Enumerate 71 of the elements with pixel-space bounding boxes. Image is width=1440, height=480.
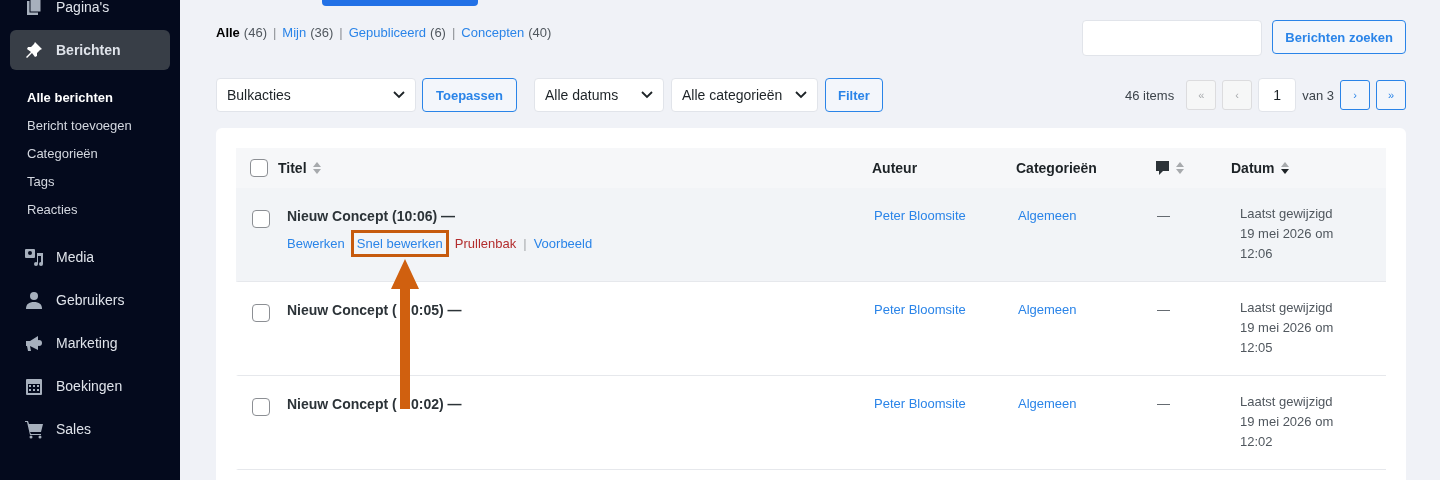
comment-count: — [1157,208,1170,223]
column-header[interactable]: Auteur [872,160,918,176]
apply-button[interactable]: Toepassen [422,78,517,112]
menu-item[interactable]: Berichten [10,30,170,70]
menu-item[interactable]: Marketing [10,323,170,363]
post-title[interactable]: Nieuw Concept ( [287,302,399,318]
comment-count: — [1157,396,1170,411]
author-link[interactable]: Peter Bloomsite [874,396,966,411]
calendar-icon [24,376,44,396]
date-text: Laatst gewijzigd 19 mei 2026 om 12:06 [1240,205,1335,263]
post-title[interactable]: Nieuw Concept ( [287,396,399,412]
submenu-item[interactable]: Tags [27,167,170,195]
post-title[interactable]: Nieuw Concept (10:06) — [287,208,456,224]
category-link[interactable]: Algemeen [1018,396,1077,411]
row-action-link[interactable]: Prullenbak [448,230,523,257]
separator: | [451,25,456,40]
menu-item[interactable]: Media [10,237,170,277]
filter-link[interactable]: Alle [216,25,240,40]
checkbox[interactable] [252,210,270,228]
separator: | [272,25,277,40]
submenu-item[interactable]: Alle berichten [27,83,170,111]
row-action-link[interactable]: Bewerken [281,230,351,257]
chevron-down-icon [641,91,653,99]
post-title[interactable]: 0:02) — [411,396,462,412]
menu-item[interactable]: Sales [10,409,170,449]
chevron-down-icon [795,91,807,99]
column-header[interactable]: Categorieën [1016,160,1097,176]
author-link[interactable]: Peter Bloomsite [874,302,966,317]
count: (46) [243,25,267,40]
count: (6) [430,25,446,40]
menu-item[interactable]: Gebruikers [10,280,170,320]
menu-item[interactable]: Boekingen [10,366,170,406]
next-page-button[interactable]: › [1340,80,1370,110]
category-select[interactable]: Alle categorieën [671,78,818,112]
search-field[interactable] [1082,20,1263,56]
last-page-button[interactable]: » [1376,80,1406,110]
separator: | [339,25,343,40]
pin-icon [24,40,44,60]
media-icon [24,247,44,267]
bulk-actions-select[interactable]: Bulkacties [216,78,416,112]
category-link[interactable]: Algemeen [1018,302,1077,317]
column-header[interactable]: Titel [278,160,307,176]
cart-icon [24,419,44,439]
row-action-link[interactable]: Snel bewerken [350,230,449,257]
submenu-item[interactable]: Reacties [27,195,170,223]
date-text: Laatst gewijzigd 19 mei 2026 om 12:05 [1240,299,1335,357]
item-count: 46 items [1125,87,1175,103]
user-icon [24,290,44,310]
date-select[interactable]: Alle datums [534,78,664,112]
checkbox[interactable] [250,159,268,177]
comment-icon [1155,160,1170,176]
comment-count: — [1157,302,1170,317]
post-title[interactable]: 0:05) — [411,302,462,318]
count: (36) [310,25,334,40]
category-link[interactable]: Algemeen [1018,208,1077,223]
author-link[interactable]: Peter Bloomsite [874,208,966,223]
separator: | [523,236,527,251]
date-text: Laatst gewijzigd 19 mei 2026 om 12:02 [1240,393,1335,451]
sort-icon[interactable] [1279,160,1290,176]
row-action-link[interactable]: Voorbeeld [527,230,599,257]
count: (40) [528,25,552,40]
checkbox[interactable] [252,304,270,322]
checkbox[interactable] [252,398,270,416]
menu-item[interactable]: Pagina's [10,0,170,27]
submenu-item[interactable]: Categorieën [27,139,170,167]
page-total: van 3 [1302,87,1334,103]
column-header[interactable]: Datum [1231,160,1275,176]
submenu-item[interactable]: Bericht toevoegen [27,111,170,139]
page-field[interactable]: 1 [1258,78,1297,112]
chevron-down-icon [393,91,405,99]
megaphone-icon [24,333,44,353]
